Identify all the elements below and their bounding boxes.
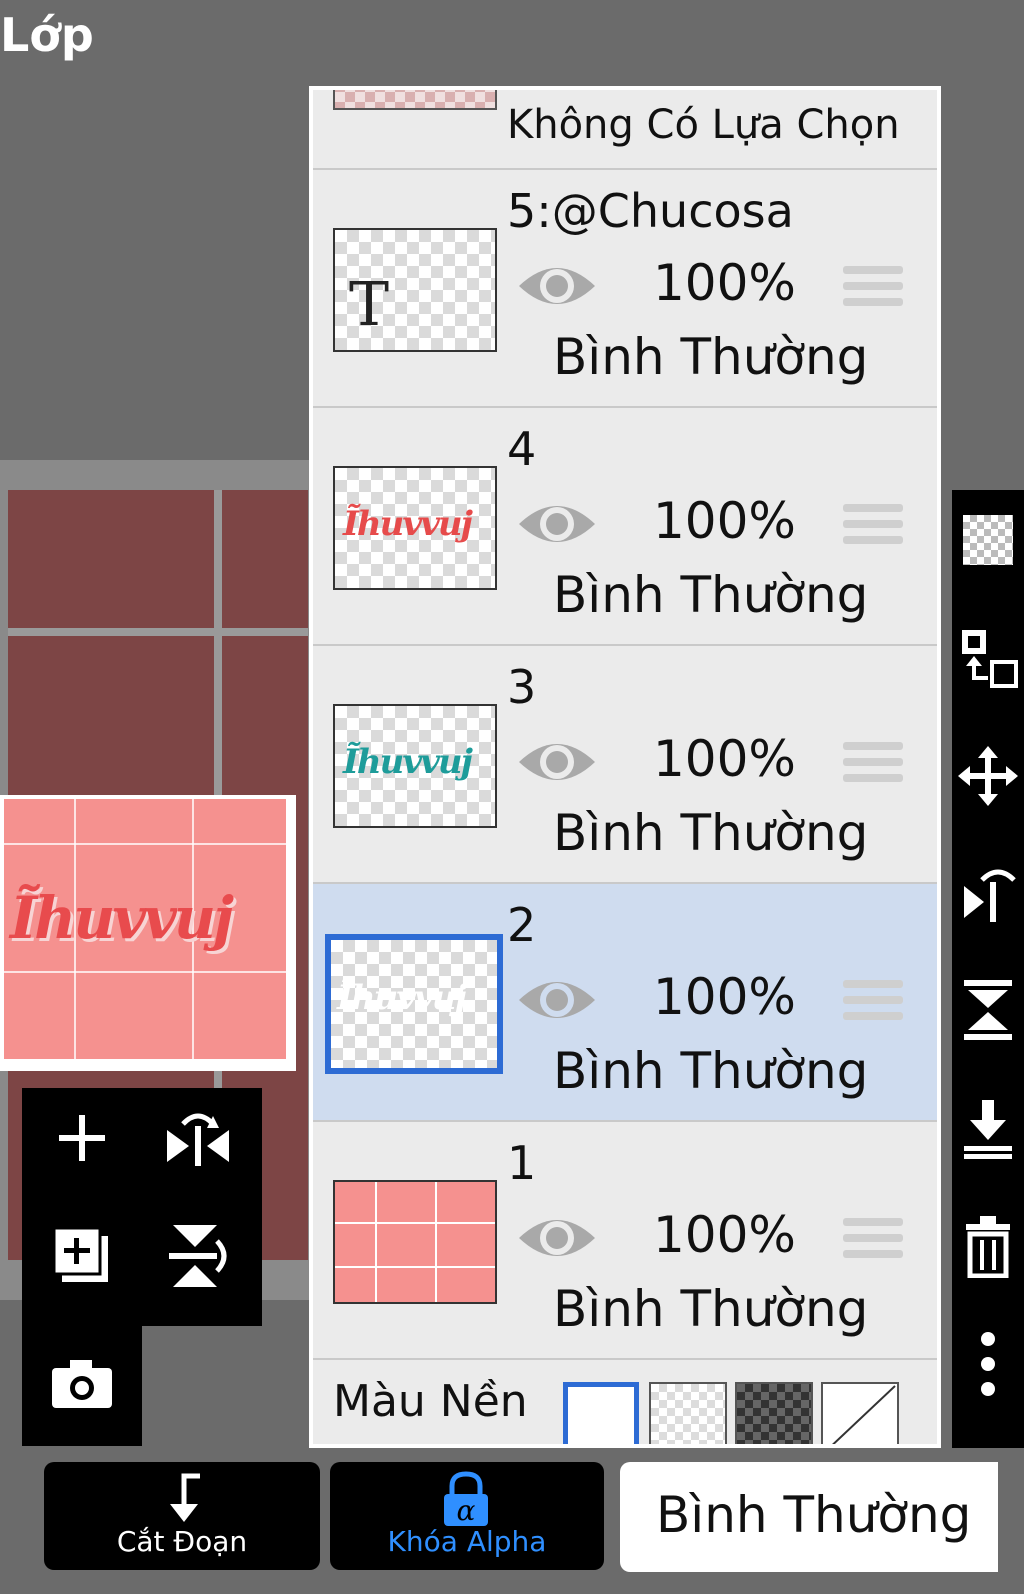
fit-vertical-icon	[964, 980, 1012, 1040]
duplicate-layer-icon	[52, 1226, 108, 1282]
more-vertical-icon	[981, 1332, 995, 1396]
delete-layer-button[interactable]	[952, 1206, 1024, 1286]
layer-blend-mode: Bình Thường	[553, 804, 869, 862]
drag-handle-icon[interactable]	[843, 504, 903, 556]
right-toolbar	[952, 490, 1024, 1448]
clipping-label: Cắt Đoạn	[116, 1525, 248, 1558]
layer-name: 2	[507, 898, 537, 952]
move-button[interactable]	[952, 736, 1024, 816]
flip-horizontal-icon	[167, 1113, 229, 1166]
layer-name: 4	[507, 422, 537, 476]
merge-down-icon	[964, 1100, 1012, 1159]
layer-thumbnail	[333, 1180, 497, 1304]
layer-opacity[interactable]: 100%	[653, 968, 796, 1026]
layer-blend-mode: Bình Thường	[553, 328, 869, 386]
layer-preview: Ĩhuvvuj	[0, 795, 296, 1071]
drag-handle-icon[interactable]	[843, 742, 903, 794]
selection-transfer-icon	[962, 630, 1018, 688]
copy-layer-button[interactable]	[42, 1216, 122, 1296]
transfer-selection-button[interactable]	[952, 618, 1024, 698]
layer-name: 1	[507, 1136, 537, 1190]
layer-blend-mode: Bình Thường	[553, 566, 869, 624]
lock-icon: α	[444, 1471, 488, 1527]
plus-icon	[59, 1115, 105, 1161]
trash-icon	[966, 1216, 1010, 1278]
merge-down-button[interactable]	[952, 1088, 1024, 1168]
camera-palette	[22, 1326, 142, 1446]
blend-mode-selector[interactable]: Bình Thường	[620, 1462, 998, 1572]
selection-layer-row[interactable]: Không Có Lựa Chọn	[313, 90, 937, 170]
layer-blend-mode: Bình Thường	[553, 1280, 869, 1338]
layer-row-selected[interactable]: Ĩhuvvuj 2 100% Bình Thường	[313, 884, 937, 1122]
camera-icon	[52, 1360, 112, 1408]
flip-horizontal-button[interactable]	[158, 1098, 238, 1178]
more-options-button[interactable]	[952, 1324, 1024, 1404]
layer-thumbnail: Ĩhuvvuj	[333, 704, 497, 828]
background-white-swatch[interactable]	[563, 1382, 639, 1444]
flip-button[interactable]	[952, 854, 1024, 934]
layer-thumbnail: T	[333, 228, 497, 352]
background-color-row: Màu Nền	[313, 1360, 937, 1444]
preview-text: Ĩhuvvuj	[10, 884, 234, 952]
selection-thumbnail	[333, 90, 497, 110]
layer-name: 3	[507, 660, 537, 714]
alpha-lock-label: Khóa Alpha	[387, 1525, 547, 1558]
blend-mode-label: Bình Thường	[656, 1486, 972, 1544]
visibility-eye-icon[interactable]	[517, 974, 597, 1026]
alpha-lock-button[interactable]: α Khóa Alpha	[330, 1462, 604, 1570]
layer-row[interactable]: 1 100% Bình Thường	[313, 1122, 937, 1360]
visibility-eye-icon[interactable]	[517, 260, 597, 312]
layer-row[interactable]: Ĩhuvvuj 3 100% Bình Thường	[313, 646, 937, 884]
flip-vertical-button[interactable]	[158, 1216, 238, 1296]
camera-button[interactable]	[42, 1344, 122, 1424]
layer-name: 5:@Chucosa	[507, 184, 794, 238]
visibility-eye-icon[interactable]	[517, 736, 597, 788]
layer-row[interactable]: Ĩhuvvuj 4 100% Bình Thường	[313, 408, 937, 646]
svg-text:α: α	[457, 1494, 476, 1527]
move-arrows-icon	[958, 746, 1018, 806]
flip-vertical-icon	[169, 1225, 227, 1287]
fit-button[interactable]	[952, 970, 1024, 1050]
flip-icon	[964, 869, 1016, 922]
layer-row[interactable]: T 5:@Chucosa 100% Bình Thường	[313, 170, 937, 408]
transparency-button[interactable]	[952, 500, 1024, 580]
layer-blend-mode: Bình Thường	[553, 1042, 869, 1100]
add-layer-button[interactable]	[42, 1098, 122, 1178]
layer-thumbnail: Ĩhuvvuj	[333, 466, 497, 590]
drag-handle-icon[interactable]	[843, 980, 903, 1032]
layer-opacity[interactable]: 100%	[653, 492, 796, 550]
layers-panel: Không Có Lựa Chọn T 5:@Chucosa 100% Bình…	[309, 86, 941, 1448]
layer-opacity[interactable]: 100%	[653, 730, 796, 788]
no-background-icon	[832, 1385, 896, 1444]
background-transparent-swatch[interactable]	[649, 1382, 727, 1444]
visibility-eye-icon[interactable]	[517, 1212, 597, 1264]
background-dark-swatch[interactable]	[735, 1382, 813, 1444]
screen-title: Lớp	[0, 8, 94, 62]
checkerboard-icon	[963, 515, 1013, 565]
drag-handle-icon[interactable]	[843, 266, 903, 318]
layer-opacity[interactable]: 100%	[653, 254, 796, 312]
drag-handle-icon[interactable]	[843, 1218, 903, 1270]
clip-arrow-icon	[170, 1473, 200, 1522]
background-color-label: Màu Nền	[333, 1376, 528, 1427]
layer-thumbnail: Ĩhuvvuj	[325, 934, 503, 1074]
layer-opacity[interactable]: 100%	[653, 1206, 796, 1264]
clipping-button[interactable]: Cắt Đoạn	[44, 1462, 320, 1570]
selection-label: Không Có Lựa Chọn	[507, 102, 900, 148]
background-none-swatch[interactable]	[821, 1382, 899, 1444]
visibility-eye-icon[interactable]	[517, 498, 597, 550]
layer-tools-palette	[22, 1088, 262, 1326]
